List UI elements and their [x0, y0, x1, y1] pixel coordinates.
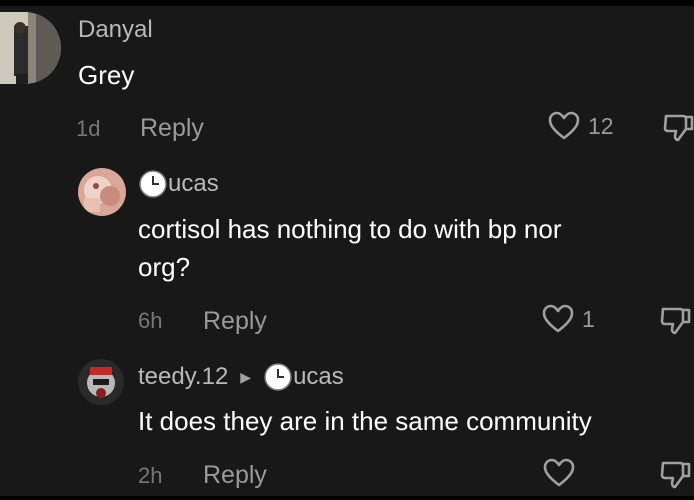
reply-button[interactable]: Reply [203, 307, 267, 335]
username[interactable]: Danyal [78, 16, 153, 44]
like-count: 1 [582, 305, 595, 332]
dislike-button[interactable] [660, 306, 691, 341]
like-button[interactable]: 12 [548, 111, 614, 141]
timestamp: 6h [138, 308, 163, 333]
bottom-edge [0, 496, 694, 500]
reply-button[interactable]: Reply [140, 114, 204, 142]
clock-icon [264, 363, 292, 391]
comment-text: It does they are in the same community [138, 406, 592, 436]
avatar[interactable] [78, 168, 126, 216]
dislike-icon [663, 114, 694, 142]
dislike-button[interactable] [660, 460, 691, 495]
like-count: 12 [588, 112, 614, 139]
timestamp: 2h [138, 463, 163, 488]
dislike-icon [660, 307, 691, 335]
clock-icon [139, 170, 167, 198]
top-edge [0, 0, 694, 6]
like-button[interactable]: 1 [542, 304, 595, 334]
username-row: teedy.12 ▶ ucas [138, 362, 344, 392]
reply-to-username[interactable]: ucas [293, 363, 344, 391]
comment-text-line-2: org? [138, 252, 191, 282]
reply-arrow-icon: ▶ [240, 368, 252, 385]
heart-icon [543, 458, 575, 487]
avatar[interactable] [78, 359, 124, 405]
comment-text: Grey [78, 60, 135, 90]
avatar[interactable] [0, 12, 61, 84]
comment-text-line-1: cortisol has nothing to do with bp nor [138, 214, 562, 244]
heart-icon [548, 111, 580, 140]
username[interactable]: teedy.12 [138, 363, 228, 391]
comment-thread: Danyal Grey 1d Reply 12 ucas cortisol ha… [0, 0, 694, 500]
reply-button[interactable]: Reply [203, 461, 267, 489]
dislike-icon [660, 461, 691, 489]
dislike-button[interactable] [663, 113, 694, 148]
heart-icon [542, 304, 574, 333]
like-button[interactable] [543, 458, 583, 488]
username[interactable]: ucas [168, 170, 219, 198]
username-row: ucas [138, 169, 219, 199]
timestamp: 1d [76, 116, 101, 141]
